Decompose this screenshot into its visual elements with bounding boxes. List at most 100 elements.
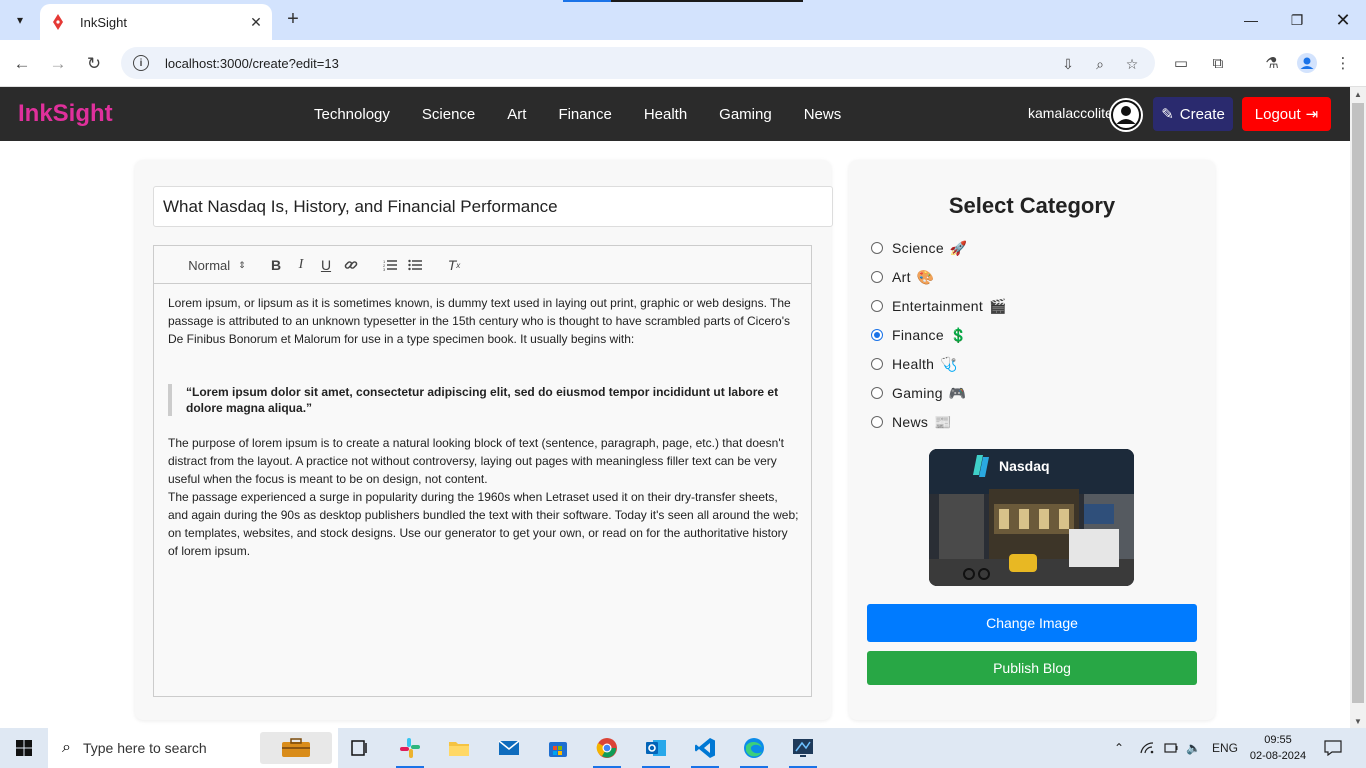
slack-icon[interactable] [390, 732, 430, 768]
nasdaq-sign-text: Nasdaq [999, 458, 1050, 474]
battery-icon[interactable] [1164, 728, 1178, 768]
radio-gaming[interactable] [871, 387, 883, 399]
pencil-icon: ✎ [1161, 106, 1174, 123]
cover-image-preview: Nasdaq [929, 449, 1134, 586]
radio-health[interactable] [871, 358, 883, 370]
new-tab-button[interactable]: + [282, 8, 304, 30]
tray-chevron-icon[interactable]: ⌃ [1114, 728, 1124, 768]
taskbar-search[interactable]: ⌕ Type here to search [48, 728, 338, 768]
network-icon[interactable] [1140, 728, 1154, 768]
logout-button[interactable]: Logout ⇥ [1242, 97, 1331, 131]
vscode-icon[interactable] [685, 732, 725, 768]
back-icon[interactable]: ← [10, 52, 34, 76]
category-option-art[interactable]: Art 🎨 [871, 267, 935, 287]
link-icon[interactable] [341, 256, 361, 274]
install-app-icon[interactable]: ⇩ [1059, 55, 1077, 73]
nav-art[interactable]: Art [507, 106, 526, 123]
category-label: News [892, 414, 929, 430]
category-option-health[interactable]: Health 🩺 [871, 354, 958, 374]
store-icon[interactable] [538, 732, 578, 764]
windows-taskbar: ⌕ Type here to search ⌃ 🔈 ENG 09:55 02-0… [0, 728, 1366, 768]
nav-health[interactable]: Health [644, 106, 687, 123]
extensions-icon[interactable]: ⧉ [1207, 52, 1229, 74]
edge-icon[interactable] [734, 732, 774, 768]
nav-technology[interactable]: Technology [314, 106, 390, 123]
menu-kebab-icon[interactable]: ⋮ [1332, 52, 1354, 74]
radio-entertainment[interactable] [871, 300, 883, 312]
nav-gaming[interactable]: Gaming [719, 106, 772, 123]
search-placeholder: Type here to search [82, 740, 207, 756]
category-option-news[interactable]: News 📰 [871, 412, 952, 432]
create-button[interactable]: ✎ Create [1153, 97, 1233, 131]
editor-content[interactable]: Lorem ipsum, or lipsum as it is sometime… [168, 294, 800, 560]
restore-icon[interactable]: ❐ [1274, 0, 1320, 40]
bold-icon[interactable]: B [266, 256, 286, 274]
browser-tab[interactable]: InkSight ✕ [40, 4, 272, 40]
close-window-icon[interactable]: ✕ [1320, 0, 1366, 40]
format-select-value: Normal [188, 257, 231, 273]
change-image-button[interactable]: Change Image [867, 604, 1197, 642]
rich-text-editor: Normal ⇕ B I U 123 Tx Lorem ipsum, or li… [153, 245, 812, 697]
newspaper-icon: 📰 [934, 413, 952, 430]
blog-title-input[interactable]: What Nasdaq Is, History, and Financial P… [153, 186, 833, 227]
volume-icon[interactable]: 🔈 [1186, 728, 1201, 768]
system-clock[interactable]: 09:55 02-08-2024 [1248, 732, 1308, 764]
zoom-icon[interactable]: ⌕ [1091, 55, 1109, 73]
tab-search-dropdown-icon[interactable]: ▾ [8, 8, 32, 32]
category-label: Art [892, 269, 911, 285]
nav-science[interactable]: Science [422, 106, 475, 123]
page-scrollbar[interactable]: ▲ ▼ [1350, 87, 1366, 728]
category-option-science[interactable]: Science 🚀 [871, 238, 968, 258]
body-paragraph-2: The purpose of lorem ipsum is to create … [168, 436, 784, 486]
underline-icon[interactable]: U [316, 256, 336, 274]
minimize-icon[interactable]: — [1228, 0, 1274, 40]
briefcase-icon[interactable] [260, 732, 332, 764]
chrome-icon[interactable] [587, 732, 627, 768]
forward-icon[interactable]: → [46, 52, 70, 76]
format-select[interactable]: Normal ⇕ [188, 256, 246, 274]
category-option-gaming[interactable]: Gaming 🎮 [871, 383, 967, 403]
bullet-list-icon[interactable] [405, 256, 425, 274]
scroll-up-icon[interactable]: ▲ [1350, 87, 1366, 101]
scroll-down-icon[interactable]: ▼ [1350, 714, 1366, 728]
user-avatar-icon[interactable] [1108, 97, 1144, 138]
radio-art[interactable] [871, 271, 883, 283]
category-label: Gaming [892, 385, 943, 401]
nav-finance[interactable]: Finance [558, 106, 611, 123]
clock-time: 09:55 [1264, 734, 1292, 746]
brand-logo[interactable]: InkSight [18, 100, 113, 128]
language-indicator[interactable]: ENG [1212, 728, 1238, 768]
cast-icon[interactable]: ▭ [1170, 52, 1192, 74]
publish-blog-button[interactable]: Publish Blog [867, 651, 1197, 685]
clear-format-icon[interactable]: Tx [444, 256, 464, 274]
close-tab-icon[interactable]: ✕ [246, 12, 266, 32]
file-explorer-icon[interactable] [439, 732, 479, 764]
bookmark-star-icon[interactable]: ☆ [1123, 55, 1141, 73]
dollar-icon: 💲 [949, 326, 968, 343]
windows-start-icon[interactable] [0, 728, 48, 768]
reload-icon[interactable]: ↻ [82, 52, 106, 76]
radio-news[interactable] [871, 416, 883, 428]
tab-title: InkSight [80, 14, 127, 30]
remote-desktop-icon[interactable] [783, 732, 823, 768]
address-bar[interactable]: i localhost:3000/create?edit=13 ⇩ ⌕ ☆ [121, 47, 1155, 79]
scroll-thumb[interactable] [1352, 103, 1364, 703]
rocket-icon: 🚀 [949, 239, 968, 256]
ordered-list-icon[interactable]: 123 [380, 256, 400, 274]
mail-icon[interactable] [489, 732, 529, 764]
outlook-icon[interactable] [636, 732, 676, 768]
radio-finance[interactable] [871, 329, 883, 341]
nav-news[interactable]: News [804, 106, 842, 123]
notifications-icon[interactable] [1324, 728, 1342, 768]
search-icon: ⌕ [62, 739, 71, 756]
profile-icon[interactable] [1296, 52, 1318, 74]
category-option-finance[interactable]: Finance 💲 [871, 325, 968, 345]
italic-icon[interactable]: I [291, 256, 311, 274]
site-info-icon[interactable]: i [133, 55, 149, 71]
radio-science[interactable] [871, 242, 883, 254]
category-option-entertainment[interactable]: Entertainment 🎬 [871, 296, 1007, 316]
category-nav: Technology Science Art Finance Health Ga… [314, 87, 873, 141]
task-view-icon[interactable] [340, 732, 380, 764]
url-text[interactable]: localhost:3000/create?edit=13 [165, 56, 339, 71]
labs-flask-icon[interactable]: ⚗ [1261, 52, 1283, 74]
